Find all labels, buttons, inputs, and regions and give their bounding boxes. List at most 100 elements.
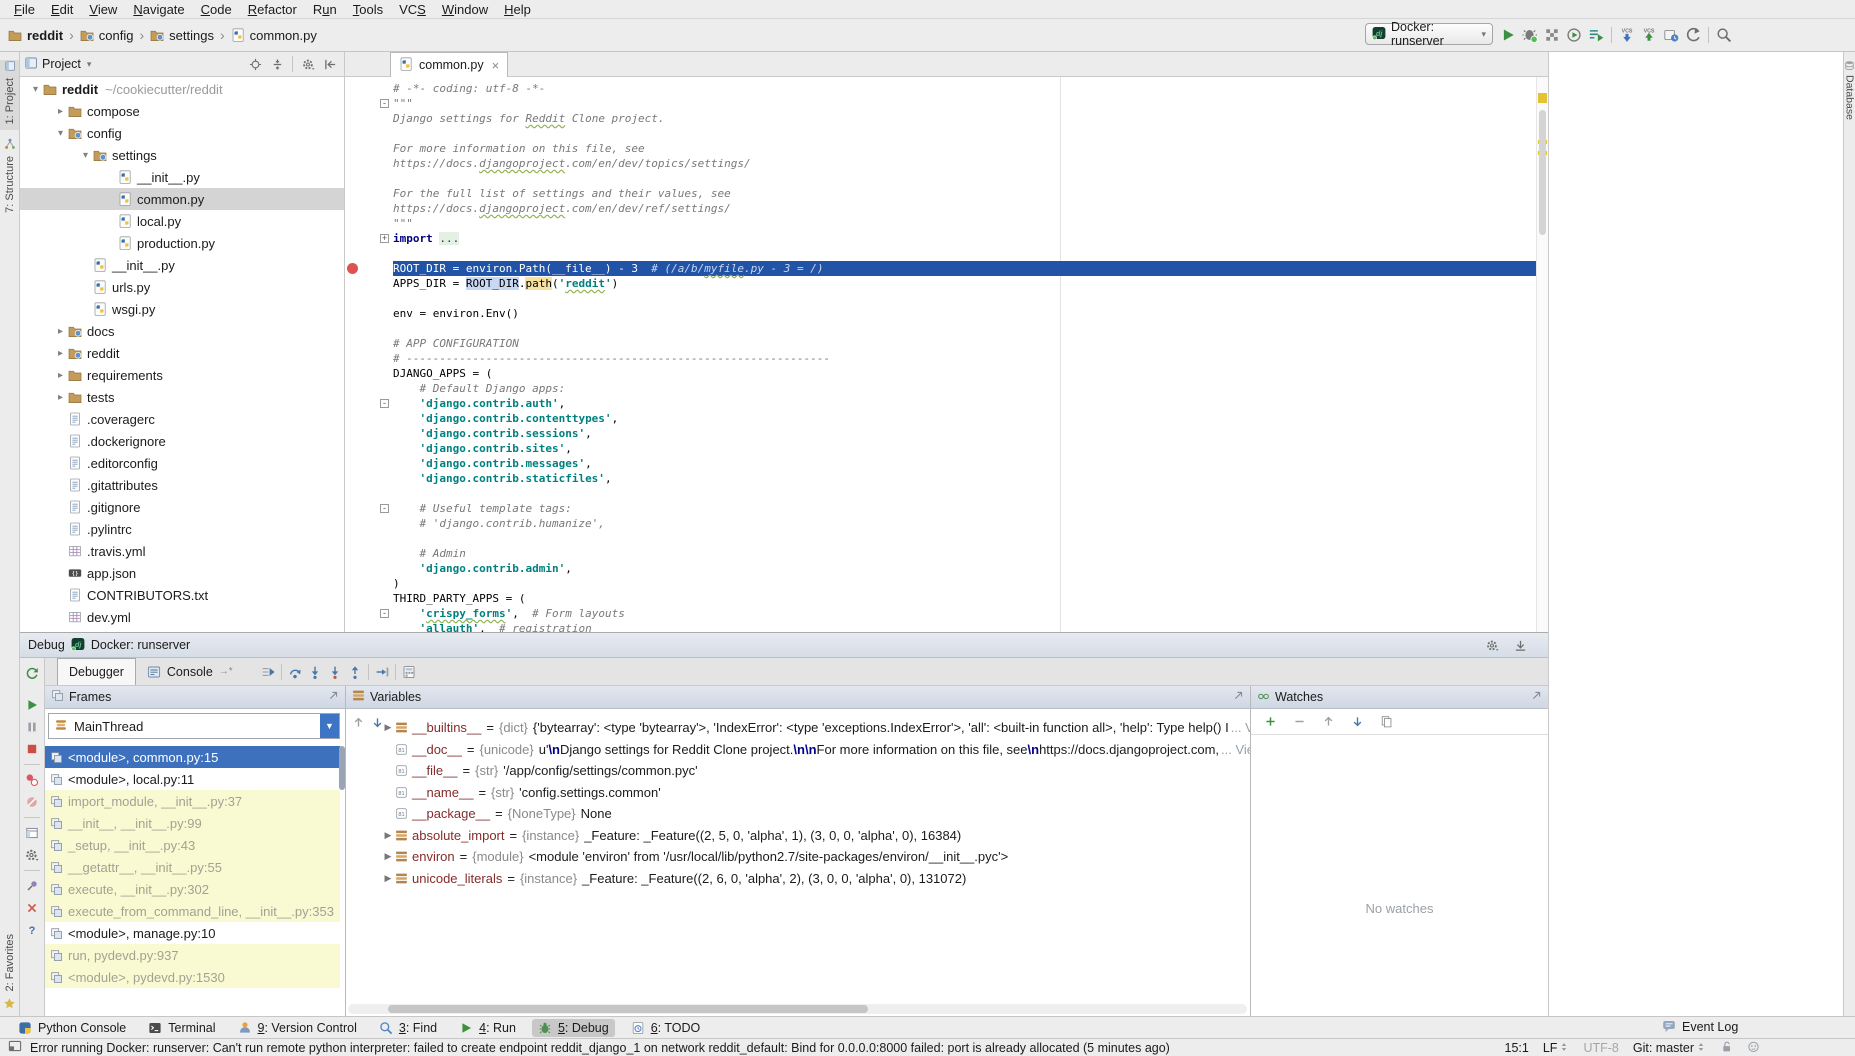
- code-line-7[interactable]: [345, 171, 1536, 186]
- code-line-32[interactable]: # Admin: [345, 546, 1536, 561]
- editor-gutter[interactable]: [345, 276, 393, 291]
- show-execution-point-button[interactable]: [258, 662, 278, 682]
- toolwindow-button-4-run[interactable]: 4: Run: [453, 1019, 522, 1037]
- code-line-4[interactable]: [345, 126, 1536, 141]
- breadcrumb-item-common-py[interactable]: common.py: [231, 28, 317, 43]
- chevron-down-icon[interactable]: ▾: [53, 128, 68, 139]
- menu-item-view[interactable]: View: [81, 2, 125, 17]
- code-line-9[interactable]: https://docs.djangoproject.com/en/dev/re…: [345, 201, 1536, 216]
- add-watch-button[interactable]: [1260, 712, 1280, 732]
- frame-item-1[interactable]: <module>, common.py:15: [45, 746, 340, 768]
- editor-gutter[interactable]: [345, 171, 393, 186]
- toolwindow-button-python-console[interactable]: Python Console: [12, 1019, 132, 1037]
- code-line-13[interactable]: ROOT_DIR = environ.Path(__file__) - 3 # …: [345, 261, 1536, 276]
- tab-debugger[interactable]: Debugger: [57, 658, 136, 685]
- thread-selector[interactable]: MainThread ▼: [48, 713, 340, 739]
- editor-tab-common-py[interactable]: common.py ×: [390, 52, 508, 77]
- breakpoint-icon[interactable]: [347, 263, 358, 274]
- code-line-18[interactable]: # APP CONFIGURATION: [345, 336, 1536, 351]
- editor-gutter[interactable]: [345, 321, 393, 336]
- editor-code-area[interactable]: # -*- coding: utf-8 -*--"""Django settin…: [345, 77, 1536, 632]
- editor-gutter[interactable]: [345, 381, 393, 396]
- variable-row-unicode-literals[interactable]: ▶unicode_literals={instance}_Feature: _F…: [381, 868, 1250, 890]
- view-link[interactable]: ... View: [1231, 720, 1250, 735]
- frame-item-5[interactable]: _setup, __init__.py:43: [45, 834, 340, 856]
- frame-item-6[interactable]: __getattr__, __init__.py:55: [45, 856, 340, 878]
- chevron-right-icon[interactable]: ▶: [381, 722, 395, 733]
- variable-row-name[interactable]: 81__name__={str}'config.settings.common': [381, 782, 1250, 804]
- editor-gutter[interactable]: [345, 576, 393, 591]
- code-line-14[interactable]: APPS_DIR = ROOT_DIR.path('reddit'): [345, 276, 1536, 291]
- tree-item-docs[interactable]: ▸docs: [20, 320, 344, 342]
- menu-item-help[interactable]: Help: [496, 2, 539, 17]
- code-line-11[interactable]: +import ...: [345, 231, 1536, 246]
- lock-open-icon[interactable]: [1720, 1040, 1733, 1053]
- editor-gutter[interactable]: [345, 351, 393, 366]
- tree-item-common-py[interactable]: common.py: [20, 188, 344, 210]
- editor-gutter[interactable]: [345, 201, 393, 216]
- chevron-down-icon[interactable]: ▾: [78, 150, 93, 161]
- horizontal-scrollbar[interactable]: [348, 1004, 1247, 1014]
- code-line-5[interactable]: For more information on this file, see: [345, 141, 1536, 156]
- caret-position[interactable]: 15:1: [1505, 1041, 1529, 1055]
- breadcrumb-item-config[interactable]: config: [80, 28, 134, 43]
- collapse-all-button[interactable]: [267, 54, 287, 74]
- editor-gutter[interactable]: [345, 546, 393, 561]
- chevron-right-icon[interactable]: ▶: [381, 873, 395, 884]
- restore-layout-button[interactable]: [22, 823, 42, 843]
- step-into-button[interactable]: [305, 662, 325, 682]
- code-line-31[interactable]: [345, 531, 1536, 546]
- tree-item-app-json[interactable]: { }app.json: [20, 562, 344, 584]
- code-line-26[interactable]: 'django.contrib.messages',: [345, 456, 1536, 471]
- editor-gutter[interactable]: [345, 366, 393, 381]
- code-line-6[interactable]: https://docs.djangoproject.com/en/dev/to…: [345, 156, 1536, 171]
- vcs-branch-widget[interactable]: Git: master: [1633, 1041, 1706, 1055]
- tree-item-wsgi-py[interactable]: wsgi.py: [20, 298, 344, 320]
- toolwindow-button-terminal[interactable]: Terminal: [142, 1019, 221, 1037]
- menu-item-edit[interactable]: Edit: [43, 2, 81, 17]
- code-line-28[interactable]: [345, 486, 1536, 501]
- variable-row-doc[interactable]: 81__doc__={unicode}u'\nDjango settings f…: [381, 739, 1250, 761]
- chevron-right-icon[interactable]: ▶: [381, 851, 395, 862]
- chevron-right-icon[interactable]: ▸: [53, 392, 68, 403]
- debug-button[interactable]: [1520, 25, 1540, 45]
- chevron-down-icon[interactable]: ▼: [320, 714, 339, 738]
- code-line-1[interactable]: # -*- coding: utf-8 -*-: [345, 81, 1536, 96]
- code-line-23[interactable]: 'django.contrib.contenttypes',: [345, 411, 1536, 426]
- variable-row-package[interactable]: 81__package__={NoneType}None: [381, 803, 1250, 825]
- search-everywhere-button[interactable]: [1714, 25, 1734, 45]
- tree-item-dockerignore[interactable]: .dockerignore: [20, 430, 344, 452]
- toolwindow-button-5-debug[interactable]: 5: Debug: [532, 1019, 615, 1037]
- run-to-cursor-button[interactable]: [372, 662, 392, 682]
- resume-button[interactable]: [22, 695, 42, 715]
- frame-item-11[interactable]: <module>, pydevd.py:1530: [45, 966, 340, 988]
- menu-item-refactor[interactable]: Refactor: [240, 2, 305, 17]
- event-log-button[interactable]: Event Log: [1662, 1016, 1738, 1038]
- toolwindow-icon[interactable]: [8, 1039, 22, 1053]
- frame-item-2[interactable]: <module>, local.py:11: [45, 768, 340, 790]
- editor-gutter[interactable]: [345, 246, 393, 261]
- editor-gutter[interactable]: [345, 261, 393, 276]
- hide-down-button[interactable]: [1510, 635, 1530, 655]
- editor-gutter[interactable]: -: [345, 96, 393, 111]
- fold-marker-icon[interactable]: -: [380, 504, 389, 513]
- code-line-8[interactable]: For the full list of settings and their …: [345, 186, 1536, 201]
- code-line-25[interactable]: 'django.contrib.sites',: [345, 441, 1536, 456]
- editor-gutter[interactable]: [345, 216, 393, 231]
- toolwindow-button-3-find[interactable]: 3: Find: [373, 1019, 443, 1037]
- tree-item-settings[interactable]: ▾settings: [20, 144, 344, 166]
- gear-arrow-button[interactable]: [298, 54, 318, 74]
- editor-gutter[interactable]: [345, 141, 393, 156]
- fold-marker-icon[interactable]: +: [380, 234, 389, 243]
- editor-gutter[interactable]: [345, 411, 393, 426]
- variable-row-builtins[interactable]: ▶__builtins__={dict}{'bytearray': <type …: [381, 717, 1250, 739]
- tree-item-config[interactable]: ▾config: [20, 122, 344, 144]
- step-out-button[interactable]: [345, 662, 365, 682]
- menu-item-run[interactable]: Run: [305, 2, 345, 17]
- running-list-button[interactable]: [1586, 25, 1606, 45]
- menu-item-code[interactable]: Code: [193, 2, 240, 17]
- code-line-20[interactable]: DJANGO_APPS = (: [345, 366, 1536, 381]
- close-button[interactable]: [22, 898, 42, 918]
- code-line-12[interactable]: [345, 246, 1536, 261]
- code-line-33[interactable]: 'django.contrib.admin',: [345, 561, 1536, 576]
